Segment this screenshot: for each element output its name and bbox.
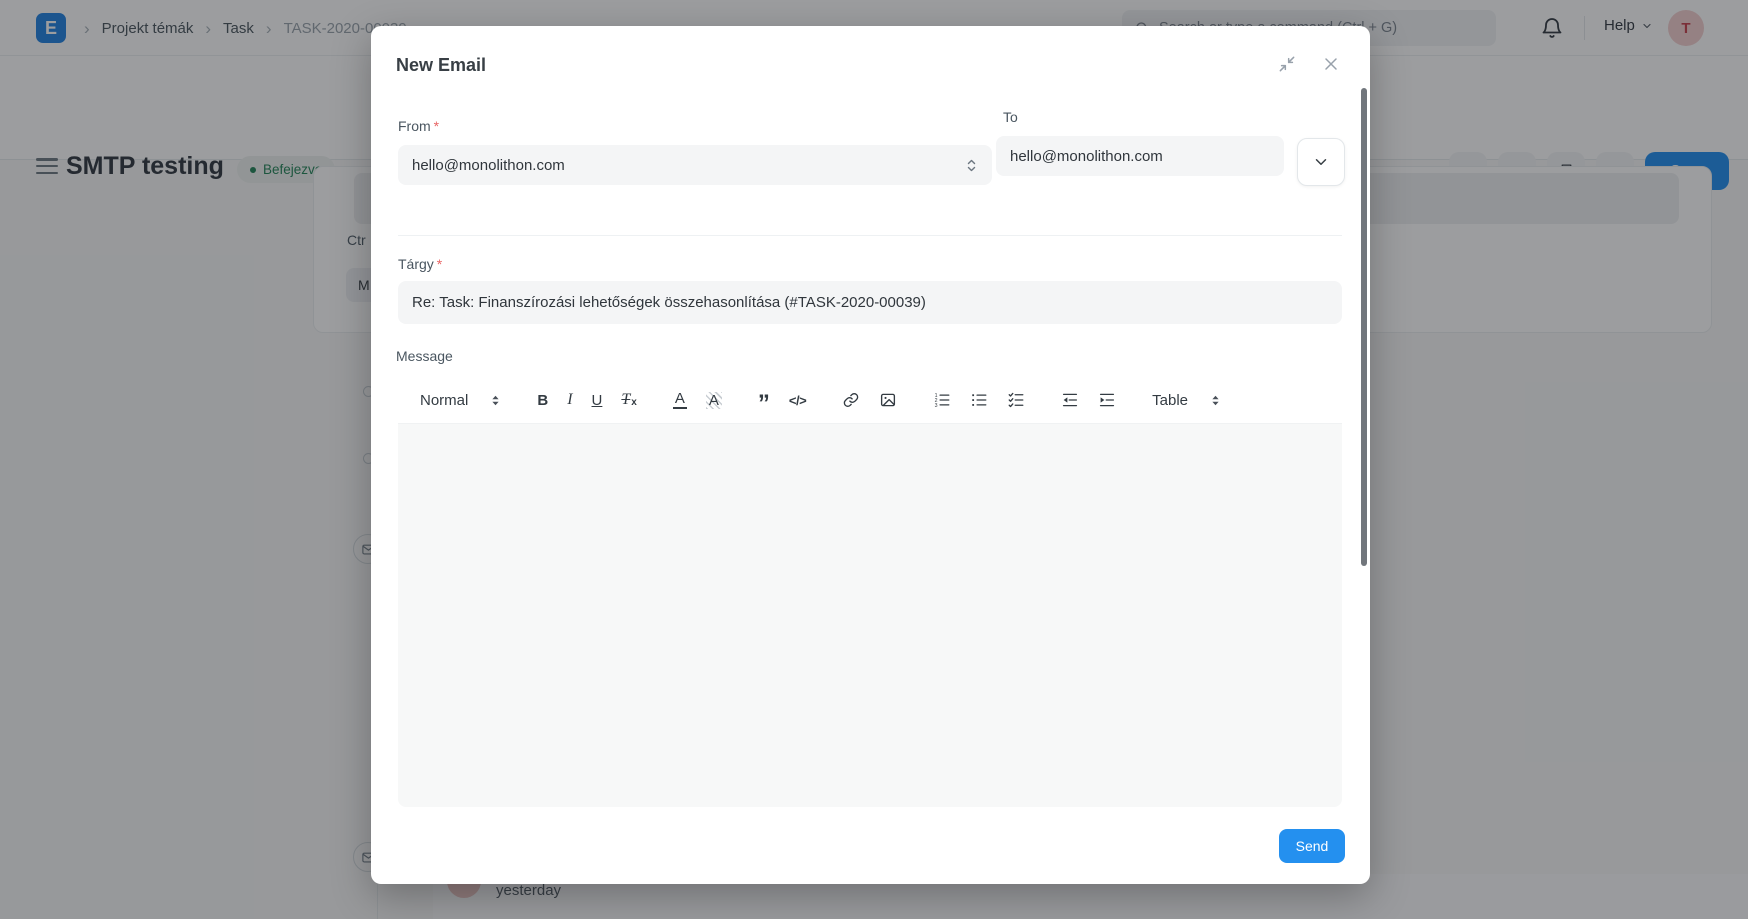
from-label-text: From [398,118,431,134]
new-email-modal: New Email From* hello@monolithon.com To … [371,26,1370,884]
clear-format-button[interactable]: Tx [621,392,636,408]
subject-label-text: Tárgy [398,256,434,272]
select-caret-icon [965,158,978,173]
image-icon [879,391,897,409]
clear-format-letter: T [621,392,630,408]
collapse-modal-icon[interactable] [1277,54,1297,74]
message-editor-area[interactable] [398,424,1342,807]
table-menu[interactable]: Table [1152,393,1221,408]
subject-label: Tárgy* [398,256,442,272]
to-label: To [1003,109,1018,125]
clear-format-sub: x [631,398,637,408]
bullet-list-button[interactable] [970,391,988,409]
link-icon [842,391,860,409]
bullet-list-icon [970,391,988,409]
indent-button[interactable] [1098,391,1116,409]
check-list-button[interactable] [1007,391,1025,409]
outdent-button[interactable] [1061,391,1079,409]
highlight-color-button[interactable]: A [706,392,722,409]
bold-button[interactable]: B [537,393,548,408]
send-button[interactable]: Send [1279,829,1345,863]
toggle-cc-bcc-button[interactable] [1297,138,1345,186]
check-list-icon [1007,391,1025,409]
select-caret-icon [490,394,501,407]
ordered-list-button[interactable]: 1 2 3 [933,391,951,409]
chevron-down-icon [1312,153,1330,171]
insert-image-button[interactable] [879,391,897,409]
modal-scrollbar[interactable] [1361,88,1367,566]
blockquote-button[interactable]: ” [758,392,770,416]
from-select[interactable]: hello@monolithon.com [398,145,992,185]
code-block-button[interactable]: </> [789,394,806,407]
svg-text:3: 3 [935,403,938,409]
message-label: Message [396,348,453,364]
italic-button[interactable]: I [567,392,572,408]
insert-link-button[interactable] [842,391,860,409]
from-label: From* [398,118,439,134]
outdent-icon [1061,391,1079,409]
to-input[interactable] [996,136,1284,176]
underline-button[interactable]: U [592,393,603,408]
required-asterisk: * [434,118,439,134]
paragraph-style-value: Normal [420,393,468,408]
table-menu-label: Table [1152,393,1188,408]
modal-title: New Email [396,55,486,76]
ordered-list-icon: 1 2 3 [933,391,951,409]
select-caret-icon [1210,394,1221,407]
paragraph-style-select[interactable]: Normal [420,393,501,408]
close-modal-icon[interactable] [1321,54,1341,74]
subject-input[interactable] [398,281,1342,324]
modal-divider [398,235,1342,236]
rich-text-toolbar: Normal B I U Tx A A ” </> [398,377,1342,424]
required-asterisk: * [437,256,442,272]
indent-icon [1098,391,1116,409]
text-color-button[interactable]: A [673,391,687,409]
from-value: hello@monolithon.com [412,157,565,174]
